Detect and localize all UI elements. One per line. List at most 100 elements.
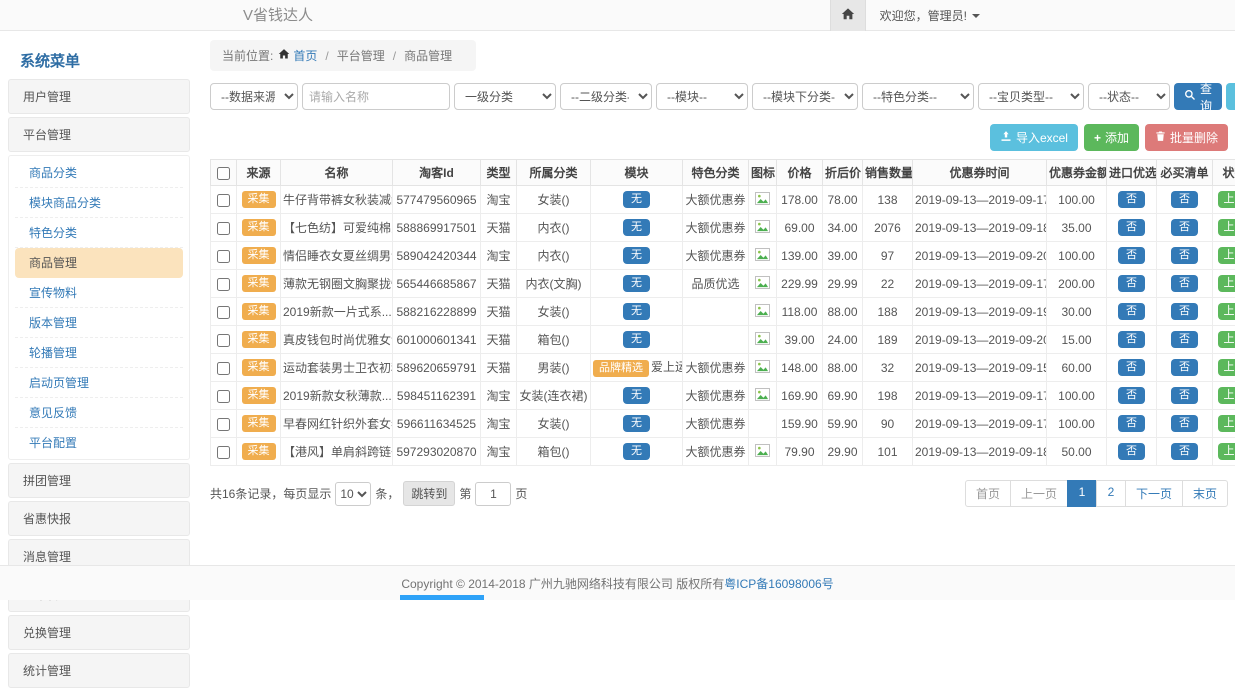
filter-select-3[interactable]: --模块-- — [656, 83, 748, 110]
jump-button[interactable]: 跳转到 — [403, 481, 455, 506]
module-badge: 无 — [623, 303, 650, 320]
status-badge[interactable]: 上架 — [1218, 359, 1235, 376]
imported-toggle[interactable]: 否 — [1118, 303, 1145, 320]
sidebar-subitem[interactable]: 轮播管理 — [15, 338, 183, 368]
sidebar-subitem[interactable]: 启动页管理 — [15, 368, 183, 398]
row-checkbox[interactable] — [217, 362, 230, 375]
imported-toggle[interactable]: 否 — [1118, 219, 1145, 236]
must-buy-toggle[interactable]: 否 — [1171, 359, 1198, 376]
page-button-2[interactable]: 2 — [1096, 480, 1126, 507]
coupon-amount: 30.00 — [1047, 298, 1107, 326]
user-menu[interactable]: 欢迎您，管理员! — [866, 0, 980, 31]
filter-select-7[interactable]: --状态-- — [1088, 83, 1170, 110]
product-category: 男装() — [517, 354, 591, 382]
sidebar-subitem[interactable]: 商品分类 — [15, 158, 183, 188]
must-buy-toggle[interactable]: 否 — [1171, 275, 1198, 292]
header-home-button[interactable] — [830, 0, 866, 31]
imported-toggle[interactable]: 否 — [1118, 443, 1145, 460]
breadcrumb-home-link[interactable]: 首页 — [278, 47, 317, 64]
sidebar-subitem[interactable]: 商品管理 — [15, 248, 183, 278]
column-header-price: 价格 — [777, 160, 823, 186]
filter-select-4[interactable]: --模块下分类-- — [752, 83, 858, 110]
filter-select-1[interactable]: 一级分类 — [454, 83, 556, 110]
bottom-blue-strip — [400, 595, 484, 600]
filter-select-6[interactable]: --宝贝类型-- — [978, 83, 1084, 110]
taoke-id: 565446685867 — [393, 270, 481, 298]
module-badge: 无 — [623, 443, 650, 460]
status-badge[interactable]: 上架 — [1218, 247, 1235, 264]
icp-link[interactable]: 粤ICP备16098006号 — [724, 575, 833, 592]
sidebar-subitem[interactable]: 意见反馈 — [15, 398, 183, 428]
imported-toggle[interactable]: 否 — [1118, 387, 1145, 404]
sidebar-subitem[interactable]: 版本管理 — [15, 308, 183, 338]
page-button-下一页[interactable]: 下一页 — [1125, 480, 1183, 507]
sidebar-item-3[interactable]: 拼团管理 — [8, 463, 190, 498]
sidebar-item-7[interactable]: 兑换管理 — [8, 615, 190, 650]
row-checkbox[interactable] — [217, 250, 230, 263]
product-category: 内衣(文胸) — [517, 270, 591, 298]
filter-select-5[interactable]: --特色分类-- — [862, 83, 974, 110]
filter-select-2[interactable]: --二级分类-- — [560, 83, 652, 110]
sidebar-subitem[interactable]: 宣传物料 — [15, 278, 183, 308]
imported-toggle[interactable]: 否 — [1118, 359, 1145, 376]
must-buy-toggle[interactable]: 否 — [1171, 443, 1198, 460]
must-buy-toggle[interactable]: 否 — [1171, 331, 1198, 348]
status-badge[interactable]: 上架 — [1218, 303, 1235, 320]
must-buy-toggle[interactable]: 否 — [1171, 303, 1198, 320]
status-badge[interactable]: 上架 — [1218, 443, 1235, 460]
page-button-1[interactable]: 1 — [1067, 480, 1097, 507]
sales-count: 198 — [863, 382, 913, 410]
upload-icon — [1000, 130, 1012, 145]
imported-toggle[interactable]: 否 — [1118, 247, 1145, 264]
must-buy-toggle[interactable]: 否 — [1171, 247, 1198, 264]
must-buy-toggle[interactable]: 否 — [1171, 415, 1198, 432]
imported-toggle[interactable]: 否 — [1118, 191, 1145, 208]
row-checkbox[interactable] — [217, 306, 230, 319]
status-badge[interactable]: 上架 — [1218, 219, 1235, 236]
page-button-首页[interactable]: 首页 — [965, 480, 1011, 507]
must-buy-toggle[interactable]: 否 — [1171, 191, 1198, 208]
must-buy-toggle[interactable]: 否 — [1171, 219, 1198, 236]
select-all-checkbox[interactable] — [217, 167, 230, 180]
status-badge[interactable]: 上架 — [1218, 275, 1235, 292]
discount-price: 88.00 — [823, 354, 863, 382]
row-checkbox[interactable] — [217, 194, 230, 207]
sidebar-subitem[interactable]: 特色分类 — [15, 218, 183, 248]
status-badge[interactable]: 上架 — [1218, 387, 1235, 404]
imported-toggle[interactable]: 否 — [1118, 275, 1145, 292]
page-button-上一页[interactable]: 上一页 — [1010, 480, 1068, 507]
sidebar-subitem[interactable]: 平台配置 — [15, 428, 183, 457]
batch-delete-button[interactable]: 批量删除 — [1145, 124, 1228, 151]
data-source-select[interactable]: --数据来源-- — [210, 83, 298, 110]
row-checkbox[interactable] — [217, 278, 230, 291]
sidebar-item-8[interactable]: 统计管理 — [8, 653, 190, 688]
sidebar-item-2[interactable]: 平台管理 — [8, 117, 190, 152]
import-excel-button[interactable]: 导入excel — [990, 124, 1078, 151]
page-jump-input[interactable] — [475, 482, 511, 506]
status-badge[interactable]: 上架 — [1218, 331, 1235, 348]
row-checkbox[interactable] — [217, 334, 230, 347]
module-badge: 无 — [623, 387, 650, 404]
per-page-select[interactable]: 10 — [335, 482, 371, 506]
imported-toggle[interactable]: 否 — [1118, 331, 1145, 348]
sidebar-subitem[interactable]: 模块商品分类 — [15, 188, 183, 218]
search-button[interactable]: 查询 — [1174, 83, 1222, 110]
must-buy-toggle[interactable]: 否 — [1171, 387, 1198, 404]
name-search-input[interactable] — [302, 83, 450, 110]
sales-count: 97 — [863, 242, 913, 270]
module-badge: 无 — [623, 415, 650, 432]
pagination: 共16条记录，每页显示 10 条， 跳转到 第 页 首页上一页12下一页末页 — [210, 480, 1228, 507]
sidebar-item-4[interactable]: 省惠快报 — [8, 501, 190, 536]
status-badge[interactable]: 上架 — [1218, 415, 1235, 432]
row-checkbox[interactable] — [217, 222, 230, 235]
sidebar-item-1[interactable]: 用户管理 — [8, 79, 190, 114]
row-checkbox[interactable] — [217, 446, 230, 459]
reset-button[interactable]: 重置 — [1226, 83, 1235, 110]
add-button[interactable]: + 添加 — [1084, 124, 1139, 151]
page-button-末页[interactable]: 末页 — [1182, 480, 1228, 507]
imported-toggle[interactable]: 否 — [1118, 415, 1145, 432]
row-checkbox[interactable] — [217, 418, 230, 431]
row-checkbox[interactable] — [217, 390, 230, 403]
discount-price: 24.00 — [823, 326, 863, 354]
status-badge[interactable]: 上架 — [1218, 191, 1235, 208]
